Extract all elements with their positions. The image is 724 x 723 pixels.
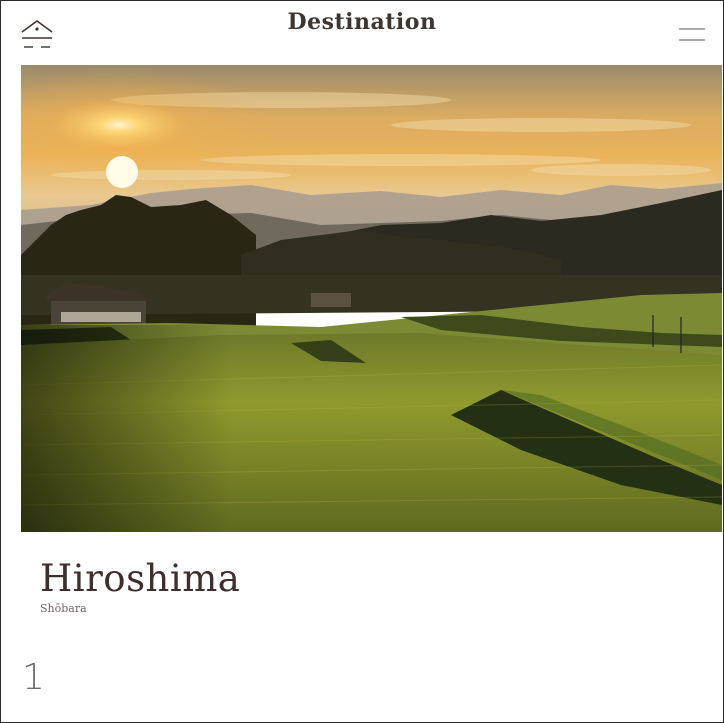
hamburger-menu-icon	[679, 28, 705, 41]
hero-photo[interactable]	[21, 65, 722, 532]
page-number: 1	[22, 657, 45, 698]
destination-caption: Hiroshima Shōbara	[40, 556, 240, 615]
page-title: Destination	[287, 9, 437, 35]
menu-button[interactable]	[679, 26, 705, 44]
city-name: Hiroshima	[40, 557, 241, 600]
top-bar: Destination	[0, 0, 724, 64]
city-subtitle: Shōbara	[40, 602, 87, 615]
